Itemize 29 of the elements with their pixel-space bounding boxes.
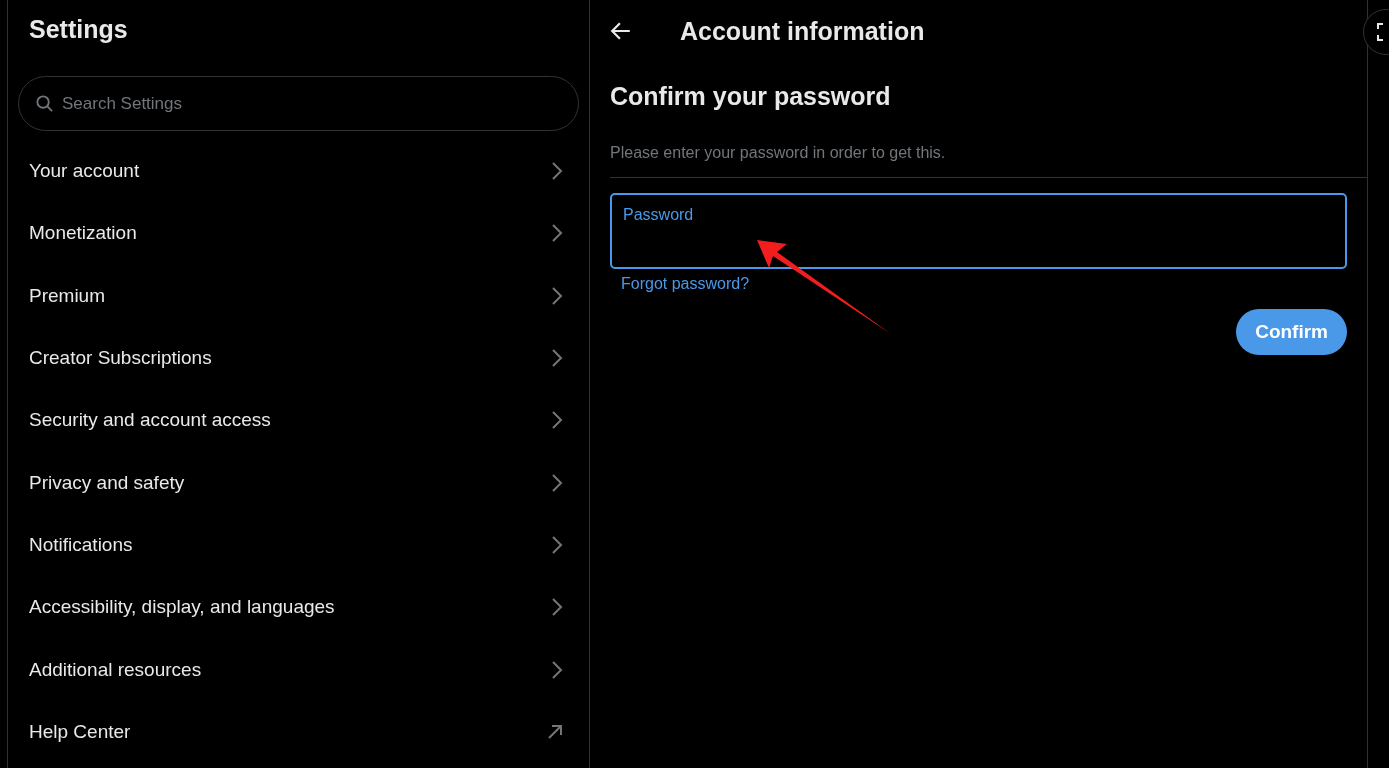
confirm-heading: Confirm your password — [610, 82, 892, 111]
chevron-right-icon — [551, 161, 563, 182]
settings-menu-item[interactable]: Monetization — [18, 202, 579, 265]
back-button[interactable] — [610, 20, 632, 42]
settings-menu-item[interactable]: Premium — [18, 264, 579, 327]
chevron-right-icon — [551, 659, 563, 680]
external-link-icon — [547, 723, 563, 740]
chevron-right-icon — [551, 348, 563, 369]
settings-title: Settings — [29, 15, 129, 44]
settings-menu-item[interactable]: Privacy and safety — [18, 451, 579, 514]
chevron-right-icon — [551, 285, 563, 306]
settings-menu-item[interactable]: Creator Subscriptions — [18, 326, 579, 390]
search-field[interactable]: Search Settings — [18, 76, 579, 131]
page-title: Account information — [680, 16, 925, 46]
chevron-right-icon — [551, 472, 563, 493]
chevron-right-icon — [551, 597, 563, 618]
chevron-right-icon — [551, 223, 563, 244]
chevron-right-icon — [551, 534, 563, 555]
chevron-right-icon — [551, 410, 563, 431]
settings-menu-item[interactable]: Your account — [18, 140, 579, 203]
settings-menu-item[interactable]: Security and account access — [18, 389, 579, 452]
password-field[interactable]: Password — [610, 193, 1347, 269]
settings-menu-item[interactable]: Accessibility, display, and languages — [18, 576, 579, 639]
settings-menu-item[interactable]: Additional resources — [18, 638, 579, 701]
settings-menu-item[interactable]: Notifications — [18, 513, 579, 577]
settings-menu-item[interactable]: Help Center — [18, 700, 579, 763]
forgot-password-link[interactable]: Forgot password? — [621, 275, 750, 293]
search-icon — [35, 94, 54, 113]
description-text: Please enter your password in order to get this. — [610, 144, 1367, 178]
